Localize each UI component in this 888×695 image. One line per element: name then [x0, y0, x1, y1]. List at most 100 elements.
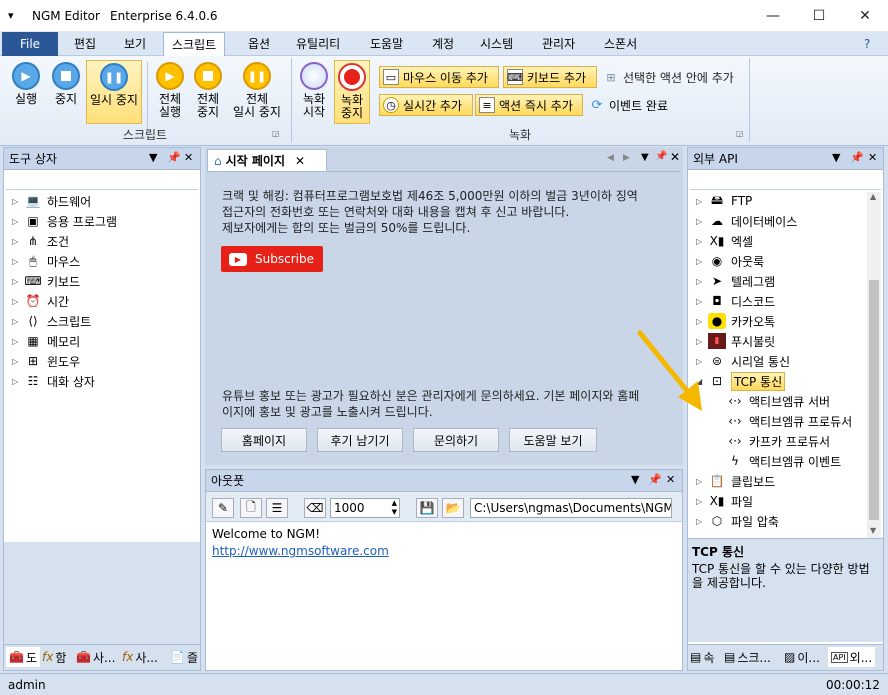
homepage-button[interactable]: 홈페이지: [221, 428, 307, 452]
add-after-selected-button[interactable]: ⊞ 선택한 액션 안에 추가: [600, 66, 750, 88]
add-mouse-move-button[interactable]: ▭ 마우스 이동 추가: [379, 66, 499, 88]
tcp-child-activemq-producer[interactable]: ‹·› 액티브엠큐 프로듀서: [726, 411, 852, 431]
path-input[interactable]: C:\Users\ngmas\Documents\NGM6\: [470, 498, 672, 518]
toolbox-item-window[interactable]: ▷ ⊞ 윈도우: [12, 351, 80, 371]
pin-icon[interactable]: 📌: [655, 151, 667, 162]
tcp-child-activemq-event[interactable]: ϟ 액티브엠큐 이벤트: [726, 451, 841, 471]
add-realtime-button[interactable]: ◷ 실시간 추가: [379, 94, 473, 116]
toolbox-item-script[interactable]: ▷ ⟨⟩ 스크립트: [12, 311, 91, 331]
dialog-launcher-icon[interactable]: ◲: [272, 129, 280, 138]
close-icon[interactable]: ✕: [670, 150, 680, 164]
menu-utility[interactable]: 유틸리티: [288, 32, 348, 56]
api-item-ftp[interactable]: ▷ 🖴 FTP: [696, 191, 752, 211]
menu-account[interactable]: 계정: [424, 32, 462, 56]
add-keyboard-button[interactable]: ⌨ 키보드 추가: [503, 66, 597, 88]
website-link[interactable]: http://www.ngmsoftware.com: [212, 543, 389, 560]
scrollbar-thumb[interactable]: [869, 280, 879, 520]
toolbox-item-time[interactable]: ▷ ⏰ 시간: [12, 291, 69, 311]
close-tab-icon[interactable]: ✕: [295, 154, 305, 168]
tab-image[interactable]: ▨ 이...: [784, 647, 820, 667]
folder-icon[interactable]: 📂: [442, 498, 464, 518]
lines-icon[interactable]: ☰: [266, 498, 288, 518]
tcp-child-activemq-server[interactable]: ‹·› 액티브엠큐 서버: [726, 391, 830, 411]
scroll-left-icon[interactable]: ◀: [607, 153, 614, 163]
toolbox-item-application[interactable]: ▷ ▣ 응용 프로그램: [12, 211, 117, 231]
dropdown-icon[interactable]: ▼: [631, 473, 639, 486]
help-question-icon[interactable]: ?: [864, 37, 870, 51]
tab-script[interactable]: ▤ 스크...: [724, 647, 771, 667]
api-item-file[interactable]: ▷ X▮ 파일: [696, 491, 753, 511]
tcp-child-kafka-producer[interactable]: ‹·› 카프카 프로듀서: [726, 431, 830, 451]
record-start-button[interactable]: 녹화 시작: [296, 62, 332, 119]
api-item-clipboard[interactable]: ▷ 📋 클립보드: [696, 471, 775, 491]
app-menu-icon[interactable]: ▾: [8, 9, 14, 22]
close-icon[interactable]: ✕: [868, 151, 877, 164]
inquiry-button[interactable]: 문의하기: [413, 428, 499, 452]
tab-properties[interactable]: ▤ 속: [690, 647, 714, 667]
toolbox-item-memory[interactable]: ▷ ▦ 메모리: [12, 331, 80, 351]
broom-icon[interactable]: ✎: [212, 498, 234, 518]
toolbox-item-condition[interactable]: ▷ ⋔ 조건: [12, 231, 69, 251]
tab-functions[interactable]: fx 함: [42, 647, 66, 667]
spinner-icon[interactable]: ▲ ▼: [392, 499, 397, 517]
api-item-telegram[interactable]: ▷ ➤ 텔레그램: [696, 271, 775, 291]
menu-options[interactable]: 옵션: [240, 32, 278, 56]
line-count-stepper[interactable]: 1000 ▲ ▼: [330, 498, 400, 518]
help-view-button[interactable]: 도움말 보기: [509, 428, 597, 452]
pin-icon[interactable]: 📌: [648, 473, 662, 486]
api-item-excel[interactable]: ▷ X▮ 엑셀: [696, 231, 753, 251]
youtube-subscribe-button[interactable]: ▶ Subscribe: [221, 246, 323, 272]
record-stop-button[interactable]: 녹화 중지: [334, 60, 370, 124]
eraser-icon[interactable]: ⌫: [304, 498, 326, 518]
pin-icon[interactable]: 📌: [850, 151, 864, 164]
scroll-right-icon[interactable]: ▶: [623, 153, 630, 163]
menu-help[interactable]: 도움말: [362, 32, 411, 56]
dialog-launcher-icon[interactable]: ◲: [736, 129, 744, 138]
tab-user-1[interactable]: 🧰 사...: [76, 647, 115, 667]
save-icon[interactable]: 💾: [416, 498, 438, 518]
api-item-outlook[interactable]: ▷ ◉ 아웃룩: [696, 251, 764, 271]
close-icon[interactable]: ✕: [184, 151, 193, 164]
scrollbar[interactable]: ▲ ▼: [867, 192, 881, 538]
api-item-database[interactable]: ▷ ☁ 데이터베이스: [696, 211, 797, 231]
menu-edit[interactable]: 편집: [66, 32, 104, 56]
minimize-button[interactable]: —: [750, 0, 796, 32]
pin-icon[interactable]: 📌: [167, 151, 181, 164]
stop-button[interactable]: 중지: [48, 62, 84, 106]
api-item-discord[interactable]: ▷ ◘ 디스코드: [696, 291, 775, 311]
pause-button[interactable]: ❚❚ 일시 중지: [86, 60, 142, 124]
toolbox-item-dialog[interactable]: ▷ ☷ 대화 상자: [12, 371, 95, 391]
api-search-input[interactable]: [690, 172, 881, 190]
menu-view[interactable]: 보기: [116, 32, 154, 56]
review-button[interactable]: 후기 남기기: [317, 428, 403, 452]
menu-system[interactable]: 시스템: [472, 32, 521, 56]
toolbox-item-hardware[interactable]: ▷ 💻 하드웨어: [12, 191, 91, 211]
tab-external-api[interactable]: API 외...: [828, 647, 876, 667]
tab-user-2[interactable]: fx 사...: [122, 647, 158, 667]
maximize-button[interactable]: ☐: [796, 0, 842, 32]
dropdown-icon[interactable]: ▼: [832, 151, 840, 164]
tab-favorites[interactable]: 📄 즐: [170, 647, 198, 667]
toolbox-item-mouse[interactable]: ▷ 🖱 마우스: [12, 251, 80, 271]
close-icon[interactable]: ✕: [666, 473, 675, 486]
toolbox-item-keyboard[interactable]: ▷ ⌨ 키보드: [12, 271, 80, 291]
tab-start-page[interactable]: ⌂ 시작 페이지 ✕: [207, 149, 327, 171]
close-button[interactable]: ✕: [842, 0, 888, 32]
tab-toolbox[interactable]: 🧰 도: [6, 647, 40, 667]
menu-sponsor[interactable]: 스폰서: [596, 32, 645, 56]
dropdown-icon[interactable]: ▼: [149, 151, 157, 164]
menu-script[interactable]: 스크립트: [163, 32, 226, 57]
api-item-serial[interactable]: ▷ ⊜ 시리얼 통신: [696, 351, 790, 371]
add-action-now-button[interactable]: ≡ 액션 즉시 추가: [475, 94, 583, 116]
menu-file[interactable]: File: [2, 32, 58, 56]
stop-all-button[interactable]: 전체 중지: [190, 62, 226, 119]
run-all-button[interactable]: ▶ 전체 실행: [152, 62, 188, 119]
run-button[interactable]: ▶ 실행: [8, 62, 44, 106]
menu-admin[interactable]: 관리자: [534, 32, 583, 56]
event-done-button[interactable]: ⟳ 이벤트 완료: [586, 94, 686, 116]
pause-all-button[interactable]: ❚❚ 전체 일시 중지: [228, 62, 286, 119]
dropdown-icon[interactable]: ▼: [641, 152, 649, 163]
api-item-file-zip[interactable]: ▷ ⬡ 파일 압축: [696, 511, 779, 531]
toolbox-search-input[interactable]: [6, 172, 198, 190]
new-document-icon[interactable]: 🗋: [240, 498, 262, 518]
